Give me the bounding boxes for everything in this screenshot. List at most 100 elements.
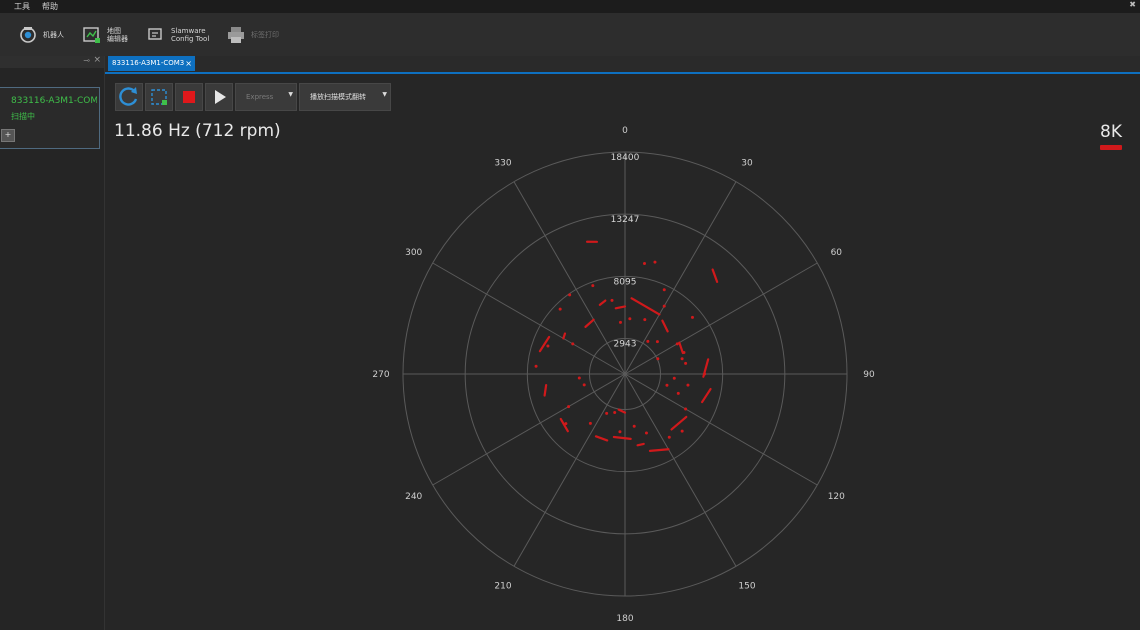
- scan-point: [591, 284, 595, 288]
- scan-segment: [636, 442, 645, 447]
- angle-label-150: 150: [738, 581, 755, 591]
- stop-button[interactable]: [175, 83, 203, 111]
- angle-label-60: 60: [831, 248, 843, 258]
- angle-label-270: 270: [372, 370, 389, 380]
- tab-close-icon[interactable]: ×: [185, 56, 192, 71]
- close-window-icon[interactable]: ✖: [1129, 0, 1136, 9]
- angle-label-330: 330: [494, 159, 511, 169]
- scan-segment: [711, 268, 719, 283]
- scan-point: [577, 376, 581, 380]
- scan-point: [665, 383, 669, 387]
- scan-point: [643, 318, 647, 322]
- tab-device[interactable]: 833116-A3M1-COM3 ×: [108, 56, 195, 71]
- angle-label-30: 30: [741, 159, 753, 169]
- angle-label-240: 240: [405, 492, 422, 502]
- panel-close-icon[interactable]: ×: [93, 55, 101, 65]
- scan-point: [676, 391, 680, 395]
- tab-device-label: 833116-A3M1-COM3: [112, 59, 185, 67]
- refresh-icon: [119, 87, 138, 106]
- main-toolbar: 机器人 地图 编辑器 Slamware Config Tool 标签打印: [0, 13, 1140, 57]
- label-print-label: 标签打印: [251, 31, 279, 39]
- scan-segment: [614, 305, 627, 310]
- play-button[interactable]: [205, 83, 233, 111]
- play-icon: [215, 90, 226, 104]
- scan-point: [662, 288, 666, 292]
- scan-view: 0 30 60 90 120 150 180 210 240 270 300 330 2943 8095 1…: [105, 74, 1140, 630]
- pin-icon[interactable]: ⊸: [83, 56, 90, 65]
- scan-point: [653, 260, 657, 264]
- device-card[interactable]: 833116-A3M1-COM3 扫描中 +: [0, 87, 100, 149]
- scan-point: [690, 315, 694, 319]
- scan-point: [682, 351, 686, 355]
- scan-point: [632, 424, 636, 428]
- device-panel-header: ⊸ ×: [0, 55, 104, 68]
- scan-segment: [670, 415, 688, 431]
- scan-point: [686, 383, 690, 387]
- scan-point: [613, 410, 617, 414]
- range-label-2: 13247: [611, 215, 640, 225]
- scan-point: [672, 376, 676, 380]
- robot-label: 机器人: [43, 31, 64, 39]
- config-tool-icon: [148, 28, 162, 40]
- scan-point: [564, 422, 568, 426]
- menu-tools[interactable]: 工具: [14, 1, 30, 12]
- robot-button[interactable]: 机器人: [18, 21, 64, 49]
- device-expand-button[interactable]: +: [1, 129, 15, 142]
- angle-label-0: 0: [622, 126, 628, 136]
- scan-point: [582, 383, 586, 387]
- scan-point: [680, 429, 684, 433]
- menu-bar: 工具 帮助 ✖: [0, 0, 1140, 13]
- menu-help[interactable]: 帮助: [42, 1, 58, 12]
- scan-segment: [538, 335, 551, 353]
- scan-segment: [562, 332, 567, 340]
- printer-icon: [228, 27, 244, 43]
- scan-segment: [678, 341, 684, 355]
- range-label-0: 2943: [614, 339, 637, 349]
- scan-segment: [700, 387, 712, 404]
- slamware-config-label: Slamware Config Tool: [171, 27, 210, 43]
- scan-point: [642, 261, 646, 265]
- chevron-down-icon: ▼: [382, 91, 387, 98]
- scan-point: [558, 307, 562, 311]
- scan-point: [684, 407, 688, 411]
- angle-label-120: 120: [828, 492, 845, 502]
- slamware-config-button[interactable]: Slamware Config Tool: [146, 21, 209, 49]
- device-panel: ⊸ × 833116-A3M1-COM3 扫描中 +: [0, 55, 105, 630]
- map-editor-button[interactable]: 地图 编辑器: [82, 21, 128, 49]
- robot-icon: [20, 27, 36, 43]
- fit-view-icon: [151, 89, 167, 105]
- range-label-1: 8095: [614, 277, 637, 287]
- scan-point: [546, 344, 550, 348]
- scan-point: [646, 339, 650, 343]
- scan-segment: [612, 435, 632, 441]
- chevron-down-icon: ▼: [288, 91, 293, 98]
- polar-scan-plot: 0 30 60 90 120 150 180 210 240 270 300 330 2943 8095 1…: [372, 126, 875, 624]
- fit-view-button[interactable]: [145, 83, 173, 111]
- scan-segment: [559, 417, 569, 433]
- scan-point: [568, 293, 572, 297]
- angle-label-180: 180: [616, 614, 633, 624]
- scan-segment: [594, 435, 609, 442]
- rotation-frequency: 11.86 Hz (712 rpm): [114, 121, 281, 141]
- range-label-3: 18400: [611, 153, 640, 163]
- scan-mode-dropdown[interactable]: Express ▼: [235, 83, 297, 111]
- scan-point: [618, 430, 622, 434]
- scan-segment: [661, 319, 669, 333]
- scan-option-dropdown[interactable]: 播放扫描模式翻转 ▼: [299, 83, 391, 111]
- label-print-button[interactable]: 标签打印: [226, 21, 279, 49]
- document-tab-strip: 833116-A3M1-COM3 ×: [105, 56, 1140, 72]
- scan-segment: [617, 408, 627, 414]
- scan-point: [628, 317, 632, 321]
- scan-point: [680, 357, 684, 361]
- scan-segment: [630, 297, 661, 316]
- scan-segment: [598, 299, 607, 306]
- refresh-button[interactable]: [115, 83, 143, 111]
- range-scale-indicator[interactable]: 8K: [1100, 122, 1122, 150]
- angle-label-90: 90: [863, 370, 875, 380]
- scan-point: [610, 298, 614, 302]
- scan-point: [605, 411, 609, 415]
- scan-point: [618, 320, 622, 324]
- scan-segment: [543, 383, 548, 397]
- scale-color-bar: [1100, 145, 1122, 150]
- stop-icon: [183, 91, 195, 103]
